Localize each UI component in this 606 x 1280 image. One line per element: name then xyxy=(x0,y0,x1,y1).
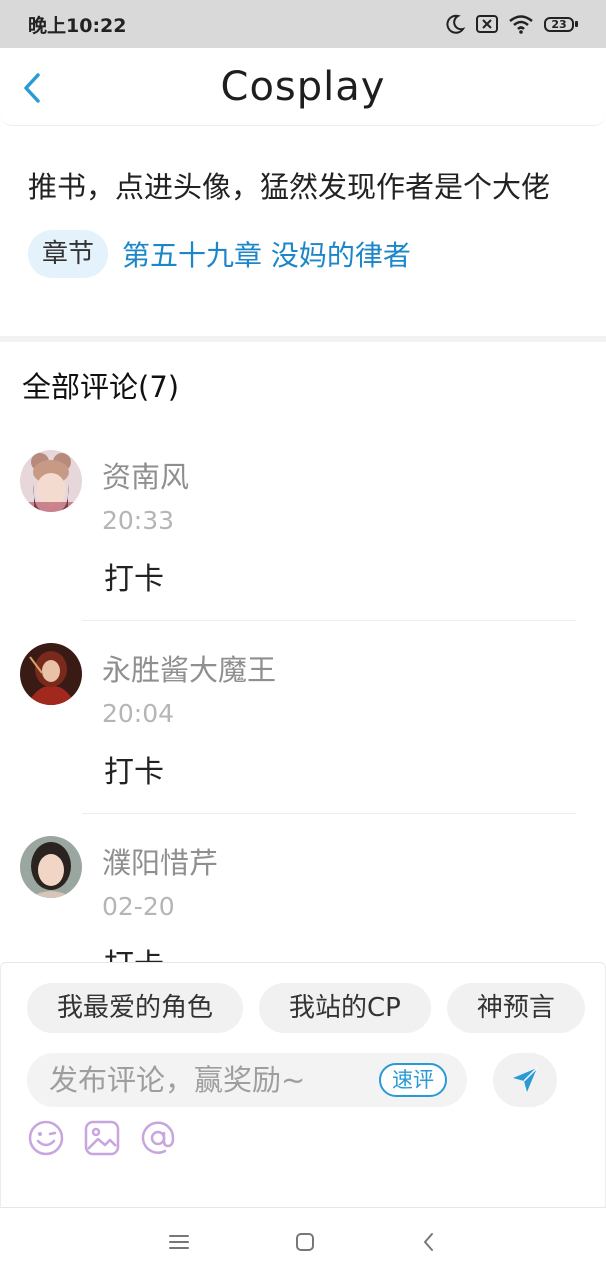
chapter-link[interactable]: 第五十九章 没妈的律者 xyxy=(122,234,411,274)
comments-title: 全部评论(7) xyxy=(22,370,180,404)
back-icon[interactable] xyxy=(420,1231,438,1257)
input-row: 速评 xyxy=(27,1053,557,1107)
chevron-left-icon[interactable] xyxy=(18,70,48,106)
chip-prophecy[interactable]: 神预言 xyxy=(446,983,585,1033)
comment-time: 20:04 xyxy=(102,699,175,728)
composer-tools xyxy=(27,1119,177,1157)
comment-item: 永胜酱大魔王 20:04 打卡 xyxy=(0,643,606,833)
comment-text: 打卡 xyxy=(104,755,164,790)
status-time: 晚上10:22 xyxy=(28,14,127,37)
quick-topic-chips: 我最爱的角色 我站的CP 神预言 xyxy=(27,983,585,1033)
image-icon[interactable] xyxy=(83,1119,121,1157)
chip-cp[interactable]: 我站的CP xyxy=(259,983,431,1033)
chapter-tag: 章节 xyxy=(28,230,109,278)
comment-time: 20:33 xyxy=(102,506,175,535)
comment-text: 打卡 xyxy=(104,562,164,597)
divider xyxy=(82,620,576,621)
comment-text: 打卡 xyxy=(104,940,164,962)
emoji-icon[interactable] xyxy=(27,1119,65,1157)
page-title: Cosplay xyxy=(220,63,386,110)
header: Cosplay xyxy=(0,48,606,126)
chapter-row: 章节 第五十九章 没妈的律者 xyxy=(28,230,578,278)
mention-icon[interactable] xyxy=(139,1119,177,1157)
home-icon[interactable] xyxy=(294,1231,316,1257)
chip-favorite-character[interactable]: 我最爱的角色 xyxy=(27,983,244,1033)
status-bar: 晚上10:22 23 xyxy=(0,0,606,48)
comment-item: 濮阳惜芹 02-20 打卡 xyxy=(0,836,606,962)
notification-blocked-icon xyxy=(476,14,498,34)
send-icon xyxy=(513,1067,538,1092)
post-text: 推书，点进头像，猛然发现作者是个大佬 xyxy=(28,170,551,204)
post: 推书，点进头像，猛然发现作者是个大佬 章节 第五十九章 没妈的律者 xyxy=(0,126,606,336)
comment-item: 资南风 20:33 打卡 xyxy=(0,450,606,640)
system-nav-bar xyxy=(0,1208,606,1280)
battery-icon: 23 xyxy=(544,16,578,32)
comment-author[interactable]: 濮阳惜芹 xyxy=(102,840,218,882)
comment-composer: 我最爱的角色 我站的CP 神预言 速评 xyxy=(0,962,606,1208)
avatar[interactable] xyxy=(20,836,82,898)
divider xyxy=(82,813,576,814)
avatar[interactable] xyxy=(20,643,82,705)
quick-comment-button[interactable]: 速评 xyxy=(379,1063,447,1097)
wifi-icon xyxy=(508,14,534,34)
comment-author[interactable]: 永胜酱大魔王 xyxy=(102,647,276,689)
moon-icon xyxy=(444,13,466,35)
comment-author[interactable]: 资南风 xyxy=(102,454,189,496)
avatar[interactable] xyxy=(20,450,82,512)
section-divider xyxy=(0,336,606,342)
comment-time: 02-20 xyxy=(102,892,175,921)
menu-icon[interactable] xyxy=(168,1233,190,1255)
status-icons: 23 xyxy=(444,13,578,35)
send-button[interactable] xyxy=(493,1053,557,1107)
